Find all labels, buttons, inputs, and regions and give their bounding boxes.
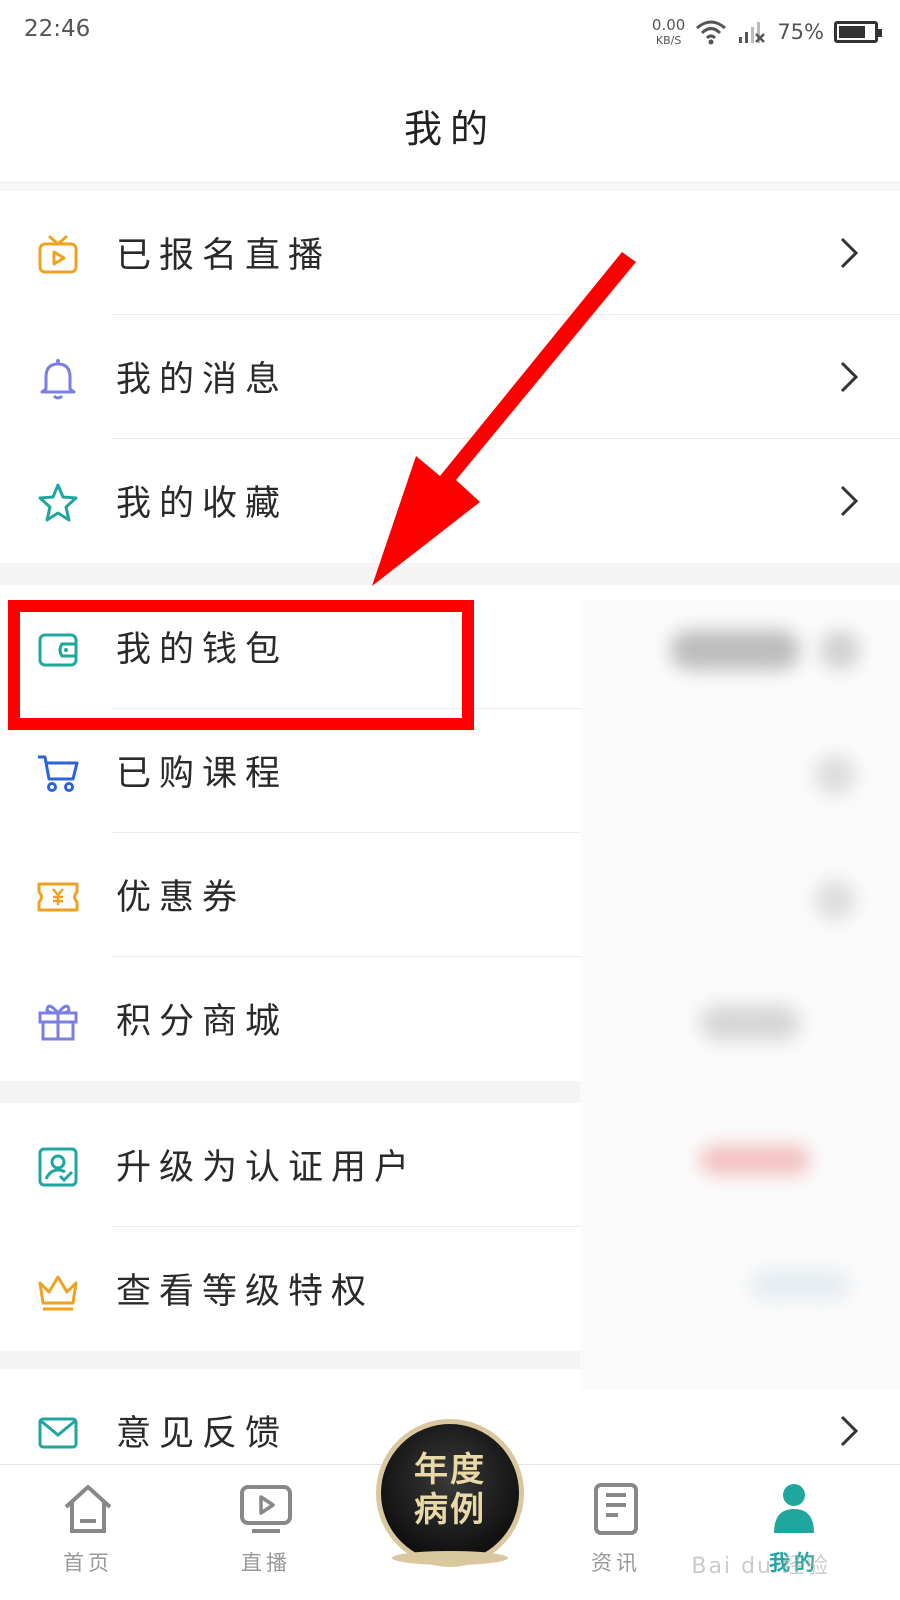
battery-icon xyxy=(834,21,882,43)
menu-item-label: 优惠券 xyxy=(116,878,246,918)
menu-item-label: 已购课程 xyxy=(116,754,289,794)
menu-item-label: 升级为认证用户 xyxy=(116,1148,418,1188)
menu-item-label: 意见反馈 xyxy=(116,1414,289,1454)
certified-user-icon xyxy=(38,1147,78,1187)
blurred-value xyxy=(700,1005,800,1041)
tab-news[interactable]: 资讯 xyxy=(556,1481,676,1591)
star-icon xyxy=(38,483,78,522)
blurred-value xyxy=(820,630,860,670)
tab-home[interactable]: 首页 xyxy=(28,1481,148,1591)
watermark: Bai du 经验 xyxy=(691,1554,830,1579)
menu-item-label: 我的消息 xyxy=(116,360,289,400)
battery-percent: 75% xyxy=(777,20,824,44)
tab-label: 首页 xyxy=(63,1551,113,1575)
menu-item-label: 已报名直播 xyxy=(116,236,332,276)
tab-label: 直播 xyxy=(241,1551,291,1575)
annual-cases-button[interactable]: 年度 病例 xyxy=(376,1419,524,1567)
mail-icon xyxy=(38,1417,78,1449)
network-speed-value: 0.00 xyxy=(651,16,686,34)
home-icon xyxy=(64,1485,112,1533)
user-icon xyxy=(774,1484,814,1533)
blurred-value xyxy=(700,1145,810,1175)
badge-base xyxy=(392,1551,508,1565)
tab-label: 资讯 xyxy=(591,1551,641,1575)
network-speed-unit: KB/S xyxy=(655,34,682,47)
blurred-value xyxy=(815,880,855,920)
menu-item-label: 我的收藏 xyxy=(116,484,289,524)
header: 我的 xyxy=(0,62,900,183)
annual-cases-line2: 病例 xyxy=(414,1490,486,1530)
chevron-right-icon xyxy=(840,1415,859,1447)
bottom-tab-bar: 首页 直播 年度 病例 资讯 我的 Bai du 经验 xyxy=(0,1419,900,1600)
page-title: 我的 xyxy=(403,107,496,151)
section-gap xyxy=(0,183,900,191)
news-icon xyxy=(594,1483,638,1535)
status-bar: 22:46 0.00 KB/S 75% xyxy=(0,0,900,62)
gift-icon xyxy=(38,1004,78,1041)
menu-item-label: 积分商城 xyxy=(116,1002,289,1042)
network-speed: 0.00 KB/S xyxy=(651,16,686,47)
status-time: 22:46 xyxy=(24,16,91,42)
wifi-icon xyxy=(696,20,727,45)
crown-icon xyxy=(38,1275,78,1311)
blurred-area xyxy=(580,600,900,1390)
bell-icon xyxy=(40,359,76,400)
menu-item-label: 查看等级特权 xyxy=(116,1272,375,1312)
blurred-value xyxy=(750,1270,850,1300)
red-arrow-annotation xyxy=(372,252,636,586)
cart-icon xyxy=(38,755,79,792)
tab-live[interactable]: 直播 xyxy=(206,1481,326,1591)
blurred-value xyxy=(670,630,800,670)
coupon-icon xyxy=(37,882,79,912)
chevron-right-icon xyxy=(840,237,859,269)
highlight-box-annotation xyxy=(8,600,474,730)
chevron-right-icon xyxy=(840,361,859,393)
status-icons: 0.00 KB/S 75% xyxy=(651,12,882,52)
chevron-right-icon xyxy=(840,485,859,517)
video-play-icon xyxy=(240,1485,292,1533)
cell-signal-icon xyxy=(739,22,766,43)
annual-cases-line1: 年度 xyxy=(414,1450,486,1490)
blurred-value xyxy=(815,755,855,795)
tv-icon xyxy=(38,235,78,274)
